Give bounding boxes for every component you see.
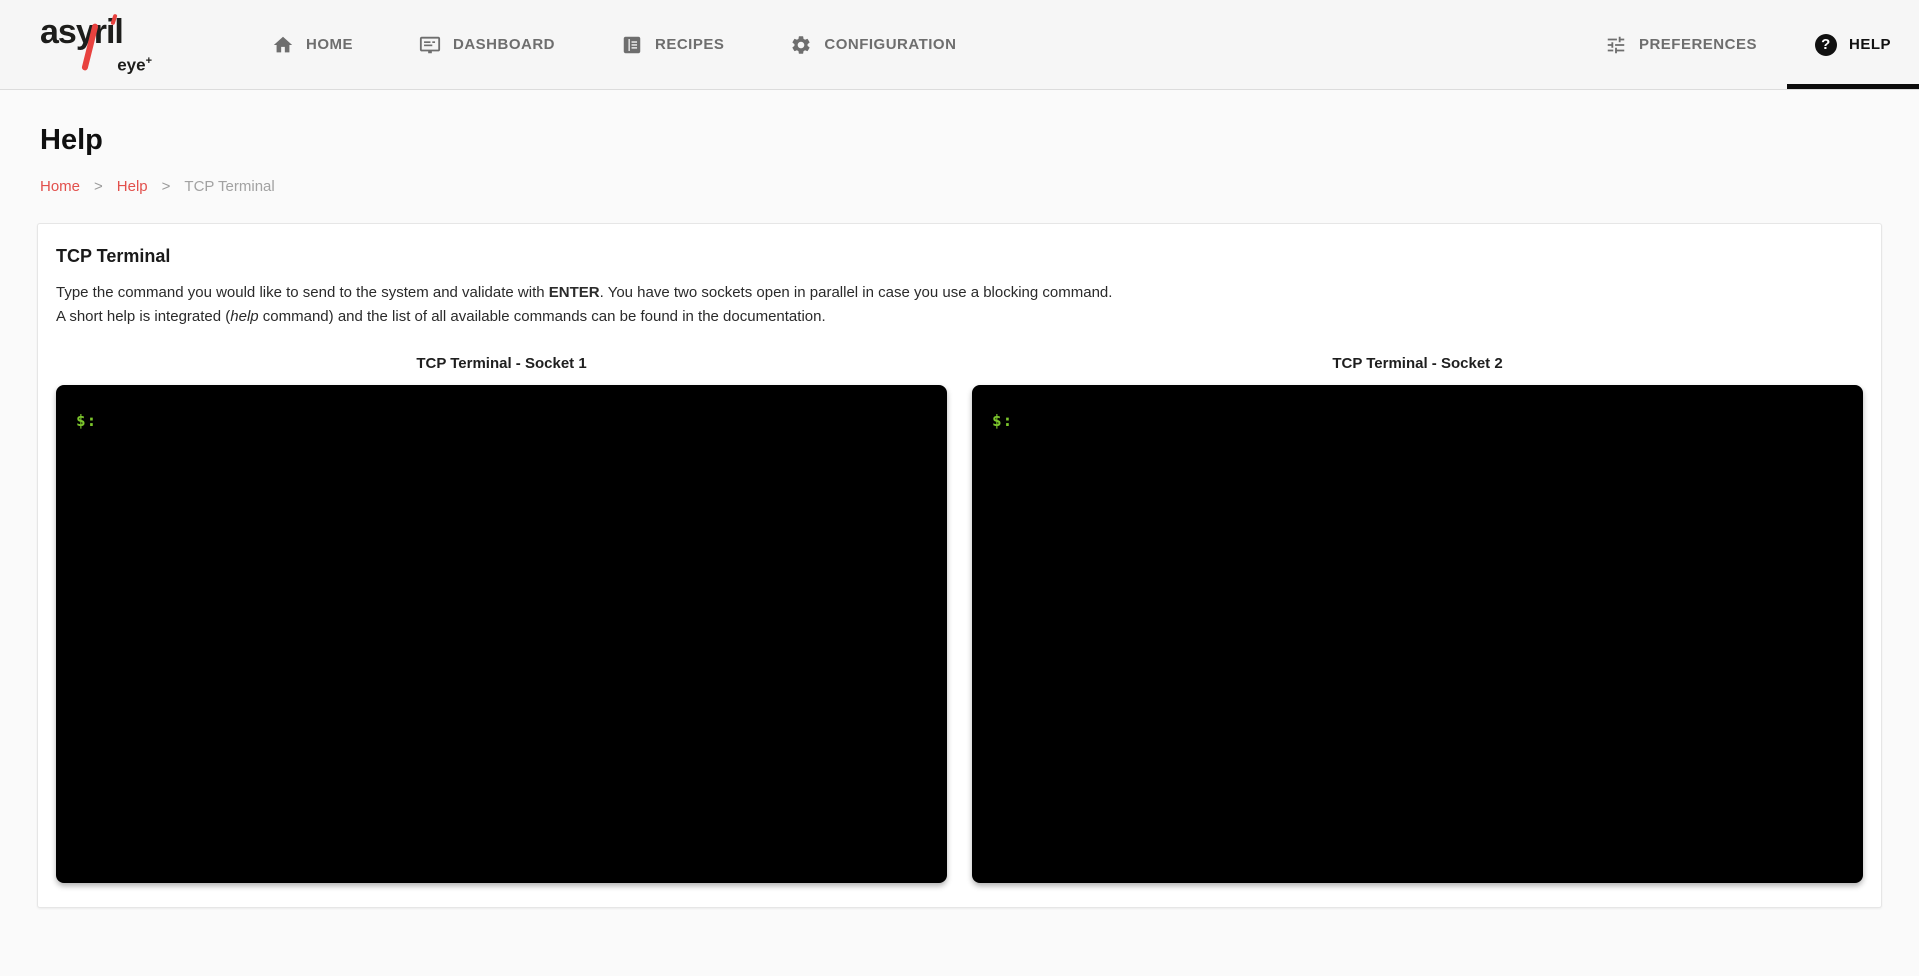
socket2-prompt: $: — [992, 411, 1013, 430]
nav-label: CONFIGURATION — [824, 36, 956, 53]
nav-item-configuration[interactable]: CONFIGURATION — [790, 0, 956, 89]
nav-item-preferences[interactable]: PREFERENCES — [1605, 0, 1757, 89]
socket1-prompt: $: — [76, 411, 97, 430]
description-line-1: Type the command you would like to send … — [56, 281, 1863, 305]
socket1-terminal[interactable]: $: — [56, 385, 947, 883]
breadcrumb-help-link[interactable]: Help — [117, 178, 148, 195]
breadcrumb-current-page: TCP Terminal — [184, 178, 274, 195]
home-icon — [272, 34, 294, 56]
socket2-title: TCP Terminal - Socket 2 — [972, 355, 1863, 372]
terminals-row: TCP Terminal - Socket 1 $: TCP Terminal … — [56, 355, 1863, 883]
nav-label: PREFERENCES — [1639, 36, 1757, 53]
breadcrumb: Home > Help > TCP Terminal — [40, 178, 1919, 195]
socket1-column: TCP Terminal - Socket 1 $: — [56, 355, 947, 883]
nav-right-group: PREFERENCES ? HELP — [1605, 0, 1919, 89]
nav-item-home[interactable]: HOME — [272, 0, 353, 89]
nav-label: HOME — [306, 36, 353, 53]
page-title: Help — [40, 124, 1919, 157]
nav-item-recipes[interactable]: RECIPES — [621, 0, 724, 89]
socket2-terminal[interactable]: $: — [972, 385, 1863, 883]
logo-wordmark: asyril — [40, 14, 160, 50]
help-question-icon: ? — [1815, 34, 1837, 56]
logo-product-label: eye+ — [117, 55, 152, 76]
recipes-icon — [621, 34, 643, 56]
nav-label: RECIPES — [655, 36, 724, 53]
nav-item-dashboard[interactable]: DASHBOARD — [419, 0, 555, 89]
dashboard-icon — [419, 34, 441, 56]
socket2-column: TCP Terminal - Socket 2 $: — [972, 355, 1863, 883]
card-description: Type the command you would like to send … — [56, 281, 1863, 329]
socket1-title: TCP Terminal - Socket 1 — [56, 355, 947, 372]
top-navbar: asyril eye+ HOME DASHBOARD — [0, 0, 1919, 90]
tcp-terminal-card: TCP Terminal Type the command you would … — [37, 223, 1882, 908]
configuration-gear-icon — [790, 34, 812, 56]
asyril-logo[interactable]: asyril eye+ — [40, 14, 160, 76]
card-title: TCP Terminal — [56, 246, 1863, 267]
description-line-2: A short help is integrated (help command… — [56, 305, 1863, 329]
enter-keyword: ENTER — [549, 284, 600, 301]
breadcrumb-home-link[interactable]: Home — [40, 178, 80, 195]
preferences-tune-icon — [1605, 34, 1627, 56]
nav-item-help[interactable]: ? HELP — [1787, 0, 1919, 89]
nav-label: DASHBOARD — [453, 36, 555, 53]
nav-label: HELP — [1849, 36, 1891, 53]
nav-left-group: HOME DASHBOARD RECIPES — [272, 0, 956, 89]
breadcrumb-separator: > — [94, 178, 103, 195]
breadcrumb-separator: > — [162, 178, 171, 195]
help-command-keyword: help — [230, 308, 258, 325]
